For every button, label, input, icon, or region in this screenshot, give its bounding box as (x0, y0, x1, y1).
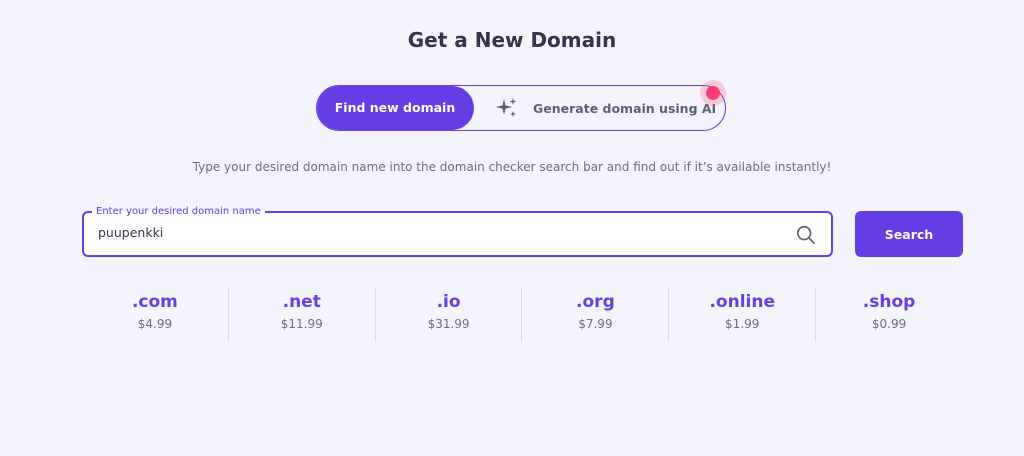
tld-item-online[interactable]: .online $1.99 (668, 288, 815, 342)
sparkles-icon (496, 98, 517, 117)
notification-dot (700, 80, 726, 106)
tld-name: .net (282, 292, 321, 312)
search-button[interactable]: Search (855, 211, 963, 257)
tld-price-list: .com $4.99 .net $11.99 .io $31.99 .org $… (82, 288, 962, 342)
tld-name: .shop (862, 292, 916, 312)
tld-name: .org (576, 292, 615, 312)
tld-item-com[interactable]: .com $4.99 (82, 288, 228, 342)
search-icon[interactable] (795, 224, 817, 246)
tld-item-io[interactable]: .io $31.99 (374, 288, 522, 342)
tld-name: .io (436, 292, 461, 312)
domain-search-field: Enter your desired domain name (82, 205, 833, 257)
tld-name: .online (709, 292, 775, 312)
generate-domain-ai-tab[interactable]: Generate domain using AI (495, 86, 716, 130)
instructions-text: Type your desired domain name into the d… (192, 160, 832, 174)
tld-price: $4.99 (137, 317, 173, 331)
tld-name: .com (131, 292, 178, 312)
domain-mode-toggle: Find new domain Generate domain using AI (316, 85, 726, 131)
tld-price: $1.99 (725, 317, 760, 331)
tld-price: $0.99 (871, 317, 907, 331)
tld-price: $11.99 (280, 317, 323, 331)
tld-price: $31.99 (427, 317, 470, 331)
find-new-domain-tab[interactable]: Find new domain (316, 85, 474, 130)
domain-search-input[interactable] (98, 225, 758, 240)
tld-price: $7.99 (578, 317, 613, 331)
tld-item-shop[interactable]: .shop $0.99 (815, 288, 962, 342)
page-title: Get a New Domain (407, 28, 617, 52)
generate-domain-ai-label: Generate domain using AI (533, 100, 717, 116)
domain-field-label: Enter your desired domain name (92, 205, 265, 218)
tld-item-org[interactable]: .org $7.99 (521, 288, 668, 342)
tld-item-net[interactable]: .net $11.99 (227, 288, 375, 342)
